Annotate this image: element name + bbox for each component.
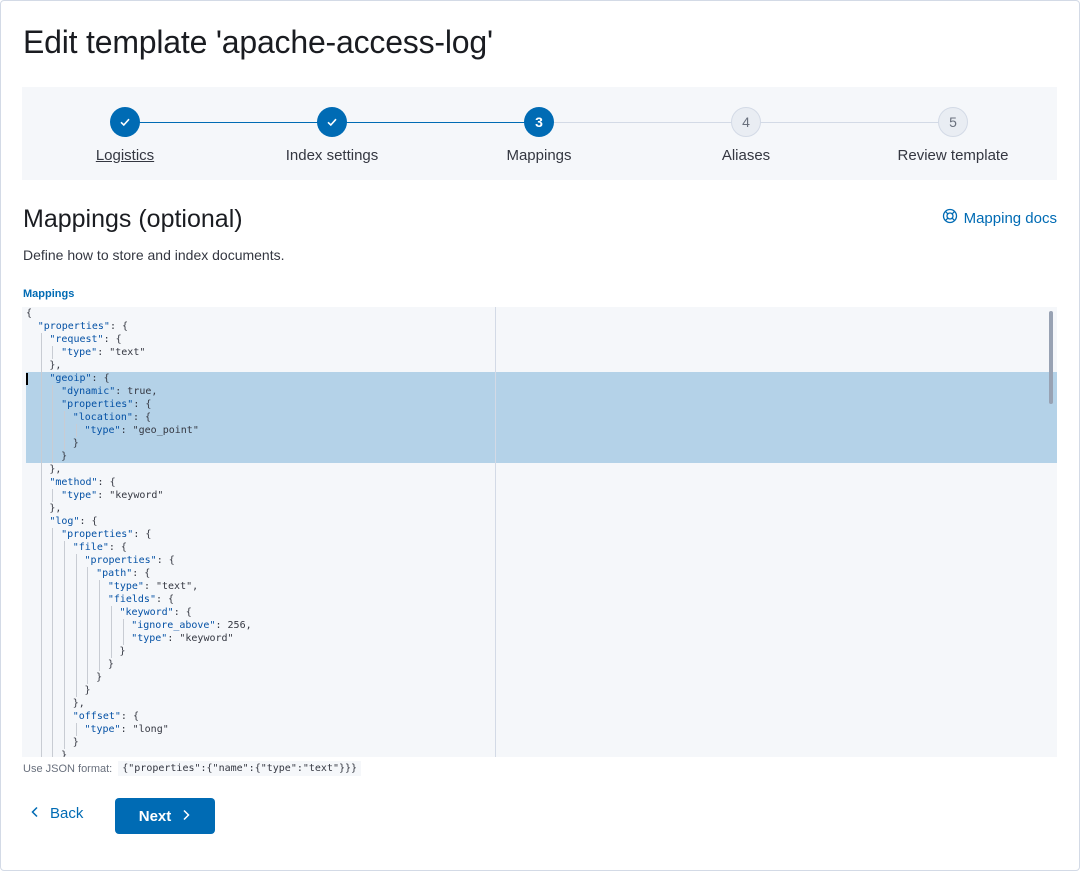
- code-line: "file": {: [26, 541, 252, 554]
- step-label[interactable]: Logistics: [25, 147, 225, 164]
- code-line: }: [26, 749, 252, 757]
- step-mappings: 3 Mappings: [439, 107, 639, 164]
- mappings-json-editor[interactable]: {"properties": {"request": {"type": "tex…: [22, 307, 1057, 757]
- code-line: "type": "text",: [26, 580, 252, 593]
- code-line: }: [26, 645, 252, 658]
- step-number: 4: [731, 107, 761, 137]
- step-logistics[interactable]: Logistics: [25, 107, 225, 164]
- code-lines: {"properties": {"request": {"type": "tex…: [26, 307, 252, 757]
- steps-nav: Logistics Index settings 3 Mappings 4 Al…: [22, 87, 1057, 180]
- code-line: "properties": {: [26, 398, 252, 411]
- code-line: },: [26, 697, 252, 710]
- code-line: "type": "geo_point": [26, 424, 252, 437]
- code-line: }: [26, 437, 252, 450]
- code-line: "type": "keyword": [26, 489, 252, 502]
- step-number: 5: [938, 107, 968, 137]
- mapping-docs-link[interactable]: Mapping docs: [942, 208, 1057, 228]
- code-line: }: [26, 658, 252, 671]
- check-icon: [317, 107, 347, 137]
- code-line: "dynamic": true,: [26, 385, 252, 398]
- step-review-template[interactable]: 5 Review template: [853, 107, 1053, 164]
- code-line: "type": "text": [26, 346, 252, 359]
- lifebuoy-icon: [942, 208, 958, 228]
- code-line: },: [26, 502, 252, 515]
- mapping-docs-label: Mapping docs: [963, 209, 1057, 227]
- code-line: }: [26, 671, 252, 684]
- step-label: Review template: [897, 147, 1009, 164]
- code-line: "type": "long": [26, 723, 252, 736]
- back-label: Back: [50, 805, 84, 822]
- help-prefix: Use JSON format:: [23, 762, 113, 775]
- editor-scrollbar[interactable]: [1049, 311, 1053, 404]
- next-label: Next: [138, 807, 172, 825]
- step-aliases[interactable]: 4 Aliases: [646, 107, 846, 164]
- code-line: "path": {: [26, 567, 252, 580]
- code-line: }: [26, 450, 252, 463]
- code-line: "log": {: [26, 515, 252, 528]
- page-title: Edit template 'apache-access-log': [23, 24, 493, 60]
- code-line: "request": {: [26, 333, 252, 346]
- code-line: "properties": {: [37, 321, 129, 332]
- help-text: Use JSON format: {"properties":{"name":{…: [23, 761, 362, 776]
- step-label: Index settings: [285, 147, 379, 164]
- code-line: "type": "keyword": [26, 632, 252, 645]
- mappings-field-label: Mappings: [23, 288, 75, 300]
- step-label: Mappings: [506, 147, 572, 164]
- code-line: {: [26, 308, 33, 319]
- section-description: Define how to store and index documents.: [23, 247, 285, 263]
- step-index-settings[interactable]: Index settings: [232, 107, 432, 164]
- code-line: },: [26, 359, 252, 372]
- check-icon: [110, 107, 140, 137]
- chevron-left-icon: [30, 805, 40, 822]
- code-line: },: [26, 463, 252, 476]
- code-line: "keyword": {: [26, 606, 252, 619]
- code-line: "geoip": {: [26, 372, 252, 385]
- step-number: 3: [524, 107, 554, 137]
- code-line: }: [26, 684, 252, 697]
- code-line: "ignore_above": 256,: [26, 619, 252, 632]
- code-line: "offset": {: [26, 710, 252, 723]
- back-button[interactable]: Back: [30, 805, 83, 822]
- code-line: "properties": {: [26, 554, 252, 567]
- chevron-right-icon: [181, 808, 191, 825]
- section-title: Mappings (optional): [23, 205, 243, 233]
- code-line: }: [26, 736, 252, 749]
- code-line: "fields": {: [26, 593, 252, 606]
- next-button[interactable]: Next: [115, 798, 215, 834]
- print-margin: [495, 307, 496, 757]
- code-line: "properties": {: [26, 528, 252, 541]
- code-line: "method": {: [26, 476, 252, 489]
- help-example: {"properties":{"name":{"type":"text"}}}: [118, 761, 362, 776]
- code-line: "location": {: [26, 411, 252, 424]
- step-label: Aliases: [721, 147, 771, 164]
